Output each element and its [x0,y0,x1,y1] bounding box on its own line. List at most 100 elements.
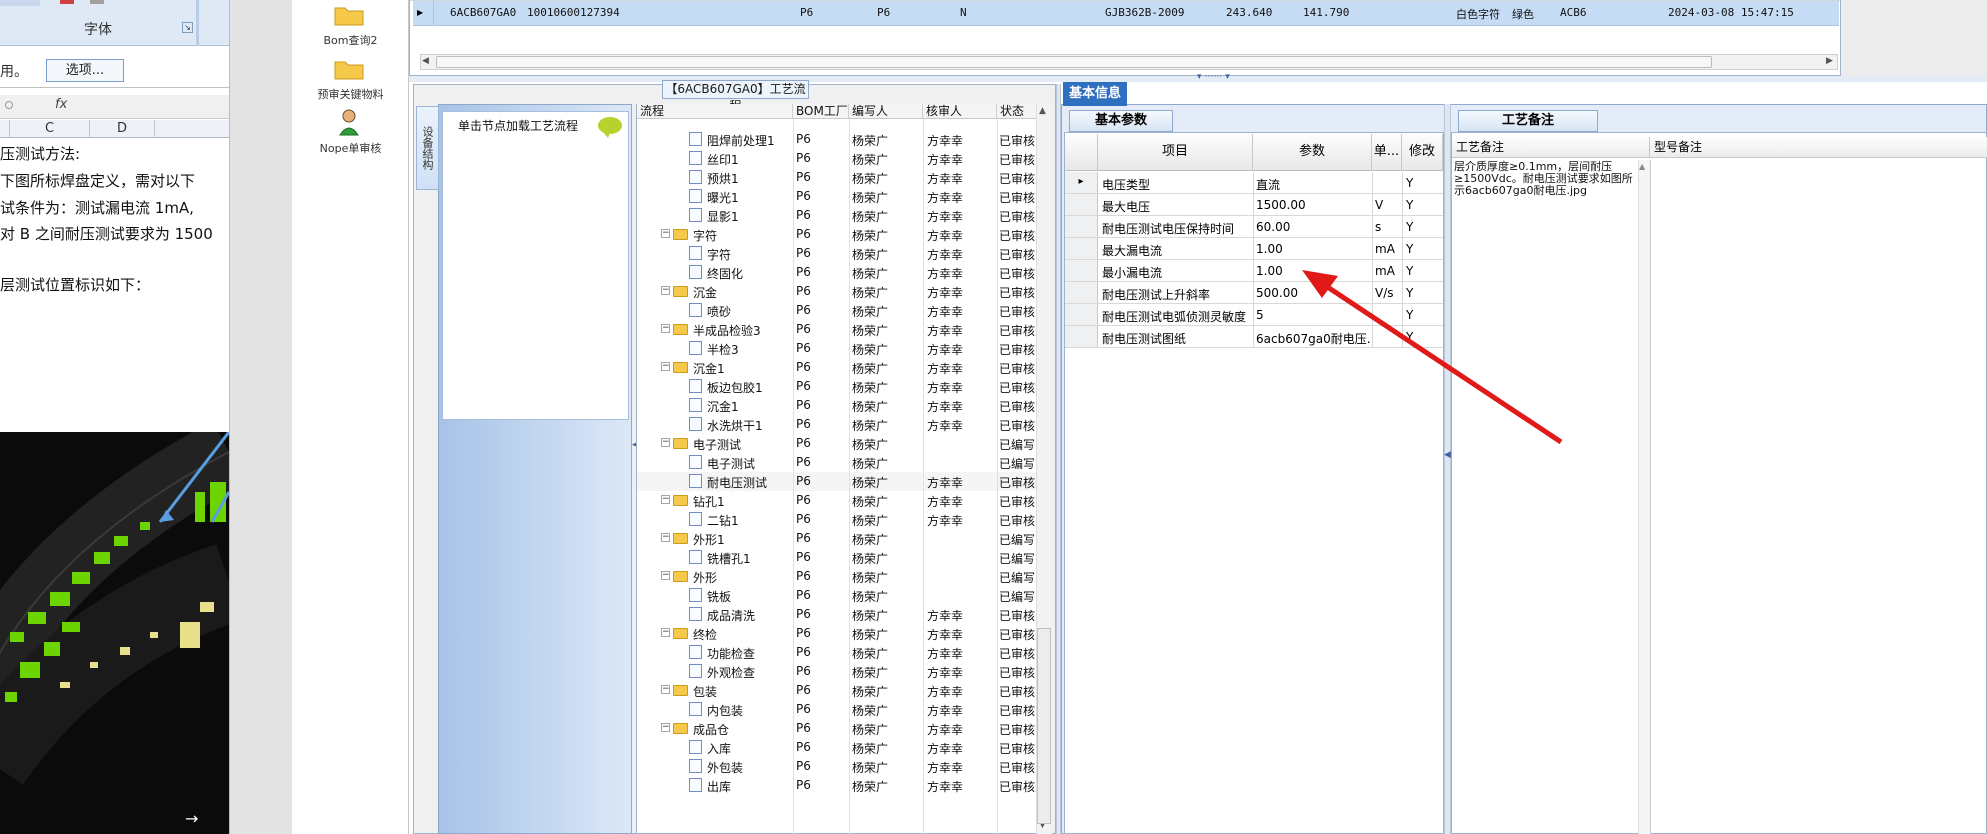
collapse-icon[interactable]: − [661,438,670,447]
tree-row[interactable]: − 沉金 P6 杨荣广 方幸幸 已审核 [637,282,1036,301]
collapse-icon[interactable]: − [661,286,670,295]
tree-row[interactable]: − 电子测试 P6 杨荣广 已编写 [637,434,1036,453]
tree-row[interactable]: 显影1 P6 杨荣广 方幸幸 已审核 [637,206,1036,225]
column-header-d[interactable]: D [90,120,155,138]
tree-row[interactable]: − 终检 P6 杨荣广 方幸幸 已审核 [637,624,1036,643]
tree-scrollbar-thumb[interactable] [1037,628,1051,824]
collapse-icon[interactable]: − [661,495,670,504]
load-flow-hint[interactable]: 单击节点加载工艺流程 [458,117,578,134]
params-cell-value[interactable]: 5 [1256,308,1370,322]
column-header-c[interactable]: C [10,120,90,138]
tree-row[interactable]: 终固化 P6 杨荣广 方幸幸 已审核 [637,263,1036,282]
tree-header-reviewer[interactable]: 核审人 [923,104,997,119]
scrollbar-thumb[interactable] [436,56,1712,68]
tree-row[interactable]: 成品清洗 P6 杨荣广 方幸幸 已审核 [637,605,1036,624]
scroll-left-icon[interactable]: ◀ [422,56,429,66]
tree-row[interactable]: 半检3 P6 杨荣广 方幸幸 已审核 [637,339,1036,358]
tree-row[interactable]: 电子测试 P6 杨荣广 已编写 [637,453,1036,472]
dialog-launcher-icon[interactable]: ↘ [182,22,193,33]
collapse-icon[interactable]: − [661,229,670,238]
tree-row[interactable]: 字符 P6 杨荣广 方幸幸 已审核 [637,244,1036,263]
row-header[interactable] [1065,260,1098,281]
params-row[interactable]: 耐电压测试图纸 6acb607ga0耐电压... Y [1065,326,1443,348]
tree-row[interactable]: 二钻1 P6 杨荣广 方幸幸 已审核 [637,510,1036,529]
params-row[interactable]: 最大电压 1500.00 V Y [1065,194,1443,216]
tree-row[interactable]: − 成品仓 P6 杨荣广 方幸幸 已审核 [637,719,1036,738]
tree-row[interactable]: 外观检查 P6 杨荣广 方幸幸 已审核 [637,662,1036,681]
tree-row[interactable]: 阻焊前处理1 P6 杨荣广 方幸幸 已审核 [637,130,1036,149]
collapse-icon[interactable]: − [661,685,670,694]
row-header[interactable] [1065,326,1098,347]
tree-row[interactable]: − 外形1 P6 杨荣广 已编写 [637,529,1036,548]
nav-item-bom-query[interactable]: Bom查询2 [292,2,409,50]
row-header[interactable] [1065,282,1098,303]
row-header[interactable] [1065,216,1098,237]
params-cell-value[interactable]: 1.00 [1256,264,1370,278]
row-header[interactable]: ▸ [1065,172,1098,193]
row-header[interactable] [1065,194,1098,215]
process-note-text[interactable]: 层介质厚度≥0.1mm，层间耐压≥1500Vdc。耐电压测试要求如图所示6acb… [1454,161,1638,197]
tree-row[interactable]: − 字符 P6 杨荣广 方幸幸 已审核 [637,225,1036,244]
collapse-icon[interactable]: − [661,628,670,637]
params-header-value[interactable]: 参数 [1253,134,1372,171]
params-row[interactable]: 耐电压测试电压保持时间 60.00 s Y [1065,216,1443,238]
process-note-tab[interactable]: 工艺备注 [1458,110,1598,132]
tree-row[interactable]: − 半成品检验3 P6 杨荣广 方幸幸 已审核 [637,320,1036,339]
font-color-button[interactable] [60,0,74,4]
params-cell-value[interactable]: 60.00 [1256,220,1370,234]
tree-row[interactable]: 外包装 P6 杨荣广 方幸幸 已审核 [637,757,1036,776]
nav-item-key-materials[interactable]: 预审关键物料 [292,56,409,104]
params-row[interactable]: 耐电压测试上升斜率 500.00 V/s Y [1065,282,1443,304]
collapse-icon[interactable]: − [661,533,670,542]
tree-header-writer[interactable]: 编写人 [849,104,923,119]
basic-info-tab[interactable]: 基本信息 [1063,82,1127,106]
scroll-up-icon[interactable]: ▲ [1039,106,1046,116]
splitter-arrow-icon[interactable]: ◀ [1444,450,1451,460]
collapse-icon[interactable]: − [661,571,670,580]
tree-row[interactable]: 出库 P6 杨荣广 方幸幸 已审核 [637,776,1036,795]
params-row[interactable]: ▸ 电压类型 直流 Y [1065,172,1443,194]
column-header-b[interactable] [0,120,10,138]
params-row[interactable]: 最大漏电流 1.00 mA Y [1065,238,1443,260]
tree-row[interactable]: 入库 P6 杨荣广 方幸幸 已审核 [637,738,1036,757]
nav-item-nope-review[interactable]: Nope单审核 [292,108,409,156]
tree-row[interactable]: − 沉金1 P6 杨荣广 方幸幸 已审核 [637,358,1036,377]
vertical-splitter-2[interactable] [1444,104,1451,834]
splitter-grip-icon[interactable]: ▾ ⋯⋯ ▾ [1197,72,1230,82]
highlight-button[interactable] [90,0,104,4]
scroll-up-icon[interactable]: ▲ [1639,162,1645,171]
tree-row[interactable]: 丝印1 P6 杨荣广 方幸幸 已审核 [637,149,1036,168]
tree-header-plant[interactable]: BOM工厂 [793,104,849,119]
params-row[interactable]: 耐电压测试电弧侦测灵敏度 5 Y [1065,304,1443,326]
options-button[interactable]: 选项... [46,59,124,82]
tree-row[interactable]: − 外形 P6 杨荣广 已编写 [637,567,1036,586]
params-header-item[interactable]: 项目 [1098,134,1253,171]
fx-icon[interactable]: fx [55,97,67,112]
tree-row[interactable]: − 包装 P6 杨荣广 方幸幸 已审核 [637,681,1036,700]
tree-row[interactable]: 预烘1 P6 杨荣广 方幸幸 已审核 [637,168,1036,187]
tree-row[interactable]: 喷砂 P6 杨荣广 方幸幸 已审核 [637,301,1036,320]
tree-header-status[interactable]: 状态 [997,104,1037,119]
tree-row[interactable]: 板边包胶1 P6 杨荣广 方幸幸 已审核 [637,377,1036,396]
notes-header-process[interactable]: 工艺备注 [1452,137,1650,158]
params-header-unit[interactable]: 单... [1372,134,1402,171]
tree-row[interactable]: 铣板 P6 杨荣广 已编写 [637,586,1036,605]
scroll-right-icon[interactable]: ▶ [1826,56,1833,66]
basic-params-tab[interactable]: 基本参数 [1069,110,1173,132]
params-cell-value[interactable]: 直流 [1256,176,1370,193]
row-header[interactable] [1065,238,1098,259]
tree-row[interactable]: 内包装 P6 杨荣广 方幸幸 已审核 [637,700,1036,719]
tree-row[interactable]: − 钻孔1 P6 杨荣广 方幸幸 已审核 [637,491,1036,510]
note-scrollbar[interactable] [1638,160,1650,834]
tree-row[interactable]: 沉金1 P6 杨荣广 方幸幸 已审核 [637,396,1036,415]
vertical-tab-structure[interactable]: 设备结构 [416,106,439,190]
tree-row[interactable]: 耐电压测试 P6 杨荣广 方幸幸 已审核 [637,472,1036,491]
collapse-icon[interactable]: − [661,324,670,333]
tree-row[interactable]: 功能检查 P6 杨荣广 方幸幸 已审核 [637,643,1036,662]
row-header[interactable] [1065,304,1098,325]
tree-row[interactable]: 铣槽孔1 P6 杨荣广 已编写 [637,548,1036,567]
tree-row[interactable]: 水洗烘干1 P6 杨荣广 方幸幸 已审核 [637,415,1036,434]
collapse-icon[interactable]: − [661,362,670,371]
tree-row[interactable]: 曝光1 P6 杨荣广 方幸幸 已审核 [637,187,1036,206]
params-row[interactable]: 最小漏电流 1.00 mA Y [1065,260,1443,282]
